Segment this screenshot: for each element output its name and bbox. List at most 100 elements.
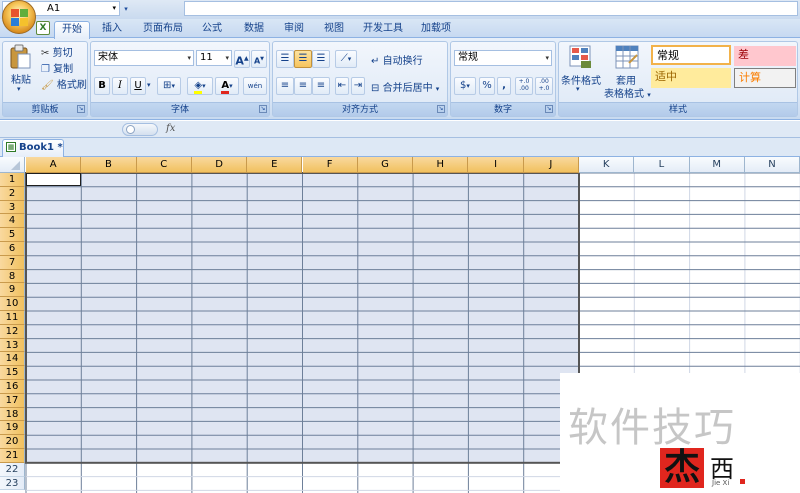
row-header-23[interactable]: 23 xyxy=(0,476,25,491)
row-header-9[interactable]: 9 xyxy=(0,283,25,298)
number-format-select[interactable]: 常规 ▾ xyxy=(454,50,552,66)
row-header-10[interactable]: 10 xyxy=(0,297,25,311)
tab-developer[interactable]: 开发工具 xyxy=(360,21,406,38)
row-header-17[interactable]: 17 xyxy=(0,393,25,408)
column-header-j[interactable]: J xyxy=(523,157,579,173)
underline-dropdown-icon[interactable]: ▾ xyxy=(147,81,151,89)
row-header-8[interactable]: 8 xyxy=(0,269,25,284)
row-header-1[interactable]: 1 xyxy=(0,173,25,187)
style-calculation[interactable]: 计算 xyxy=(734,68,796,88)
select-all-corner[interactable] xyxy=(0,157,25,173)
table-format-icon[interactable] xyxy=(615,45,639,69)
office-button[interactable] xyxy=(2,0,36,34)
number-launcher-icon[interactable]: ↘ xyxy=(545,105,553,113)
comma-style-button[interactable]: , xyxy=(497,77,511,95)
wrap-text-button[interactable]: ↵ 自动换行 xyxy=(371,52,423,67)
tab-page-layout[interactable]: 页面布局 xyxy=(138,21,188,38)
copy-button[interactable]: ❐ 复制 xyxy=(41,60,73,75)
tab-data[interactable]: 数据 xyxy=(238,21,270,38)
row-header-3[interactable]: 3 xyxy=(0,200,25,215)
table-format-button[interactable]: 表格格式 ▾ xyxy=(604,85,651,100)
style-normal[interactable]: 常规 xyxy=(651,45,731,65)
row-header-13[interactable]: 13 xyxy=(0,338,25,353)
grow-font-button[interactable]: A▲ xyxy=(234,50,250,68)
column-header-h[interactable]: H xyxy=(413,157,469,173)
row-header-6[interactable]: 6 xyxy=(0,242,25,256)
accounting-format-button[interactable]: $▾ xyxy=(454,77,476,95)
column-header-e[interactable]: E xyxy=(247,157,303,173)
workbook-tab[interactable]: ▦ Book1 * xyxy=(2,139,64,157)
underline-button[interactable]: U xyxy=(130,77,146,95)
font-name-select[interactable]: 宋体 ▾ xyxy=(94,50,194,66)
shrink-font-button[interactable]: A▼ xyxy=(251,50,267,68)
conditional-formatting-icon[interactable] xyxy=(569,45,593,69)
row-header-2[interactable]: 2 xyxy=(0,186,25,201)
merge-center-button[interactable]: ⊟ 合并后居中 ▾ xyxy=(371,79,439,94)
column-header-m[interactable]: M xyxy=(689,157,745,173)
orientation-button[interactable]: ⟋▾ xyxy=(335,50,357,68)
formula-splitter[interactable] xyxy=(122,123,158,136)
alignment-launcher-icon[interactable]: ↘ xyxy=(437,105,445,113)
tab-view[interactable]: 视图 xyxy=(318,21,350,38)
column-header-i[interactable]: I xyxy=(468,157,524,173)
row-header-19[interactable]: 19 xyxy=(0,421,25,436)
paste-icon[interactable] xyxy=(9,44,31,70)
align-middle-button[interactable]: ☰ xyxy=(294,50,312,68)
row-header-21[interactable]: 21 xyxy=(0,449,25,463)
font-color-button[interactable]: A▾ xyxy=(215,77,239,95)
tab-home[interactable]: 开始 xyxy=(54,21,90,39)
style-bad[interactable]: 差 xyxy=(734,46,796,66)
column-header-l[interactable]: L xyxy=(634,157,690,173)
row-header-18[interactable]: 18 xyxy=(0,407,25,422)
paste-dropdown-icon[interactable]: ▾ xyxy=(17,85,21,93)
column-header-k[interactable]: K xyxy=(579,157,635,173)
row-header-5[interactable]: 5 xyxy=(0,228,25,242)
row-header-16[interactable]: 16 xyxy=(0,380,25,394)
decrease-decimal-button[interactable]: .00 +.0 xyxy=(535,77,553,95)
paste-button[interactable]: 粘贴 xyxy=(11,71,31,86)
row-header-12[interactable]: 12 xyxy=(0,324,25,339)
tab-insert[interactable]: 插入 xyxy=(96,21,128,38)
format-painter-button[interactable]: 🖌 格式刷 xyxy=(41,76,87,91)
tab-review[interactable]: 审阅 xyxy=(278,21,310,38)
decrease-indent-button[interactable]: ⇤ xyxy=(335,77,349,95)
percent-button[interactable]: % xyxy=(479,77,495,95)
cut-button[interactable]: ✂ 剪切 xyxy=(41,44,73,59)
borders-button[interactable]: ⊞▾ xyxy=(157,77,181,95)
column-header-b[interactable]: B xyxy=(81,157,137,173)
font-size-select[interactable]: 11 ▾ xyxy=(196,50,232,66)
clipboard-launcher-icon[interactable]: ↘ xyxy=(77,105,85,113)
conditional-dropdown-icon[interactable]: ▾ xyxy=(576,85,580,93)
column-header-f[interactable]: F xyxy=(302,157,358,173)
conditional-formatting-button[interactable]: 条件格式 xyxy=(561,72,601,87)
row-header-22[interactable]: 22 xyxy=(0,462,25,477)
align-center-button[interactable]: ≡ xyxy=(294,77,312,95)
row-header-7[interactable]: 7 xyxy=(0,255,25,270)
column-header-g[interactable]: G xyxy=(357,157,414,173)
row-header-4[interactable]: 4 xyxy=(0,214,25,229)
tab-formulas[interactable]: 公式 xyxy=(196,21,228,38)
increase-decimal-button[interactable]: +.0 .00 xyxy=(515,77,533,95)
align-top-button[interactable]: ☰ xyxy=(276,50,294,68)
row-header-15[interactable]: 15 xyxy=(0,366,25,380)
style-neutral[interactable]: 适中 xyxy=(651,68,731,88)
phonetic-button[interactable]: wén xyxy=(243,77,267,95)
row-header-11[interactable]: 11 xyxy=(0,311,25,325)
tab-add-ins[interactable]: 加载项 xyxy=(416,21,456,38)
formula-input[interactable] xyxy=(184,1,798,16)
qat-customize-icon[interactable]: ▾ xyxy=(119,2,133,16)
bold-button[interactable]: B xyxy=(94,77,110,95)
align-right-button[interactable]: ≡ xyxy=(312,77,330,95)
row-header-14[interactable]: 14 xyxy=(0,352,25,367)
insert-function-button[interactable]: fx xyxy=(166,123,175,134)
font-launcher-icon[interactable]: ↘ xyxy=(259,105,267,113)
column-header-d[interactable]: D xyxy=(191,157,248,173)
row-header-20[interactable]: 20 xyxy=(0,435,25,449)
active-cell[interactable] xyxy=(26,173,81,186)
column-header-n[interactable]: N xyxy=(744,157,800,173)
align-left-button[interactable]: ≡ xyxy=(276,77,294,95)
italic-button[interactable]: I xyxy=(112,77,128,95)
fill-color-button[interactable]: ◈▾ xyxy=(187,77,213,95)
column-header-a[interactable]: A xyxy=(26,157,82,173)
align-bottom-button[interactable]: ☰ xyxy=(312,50,330,68)
